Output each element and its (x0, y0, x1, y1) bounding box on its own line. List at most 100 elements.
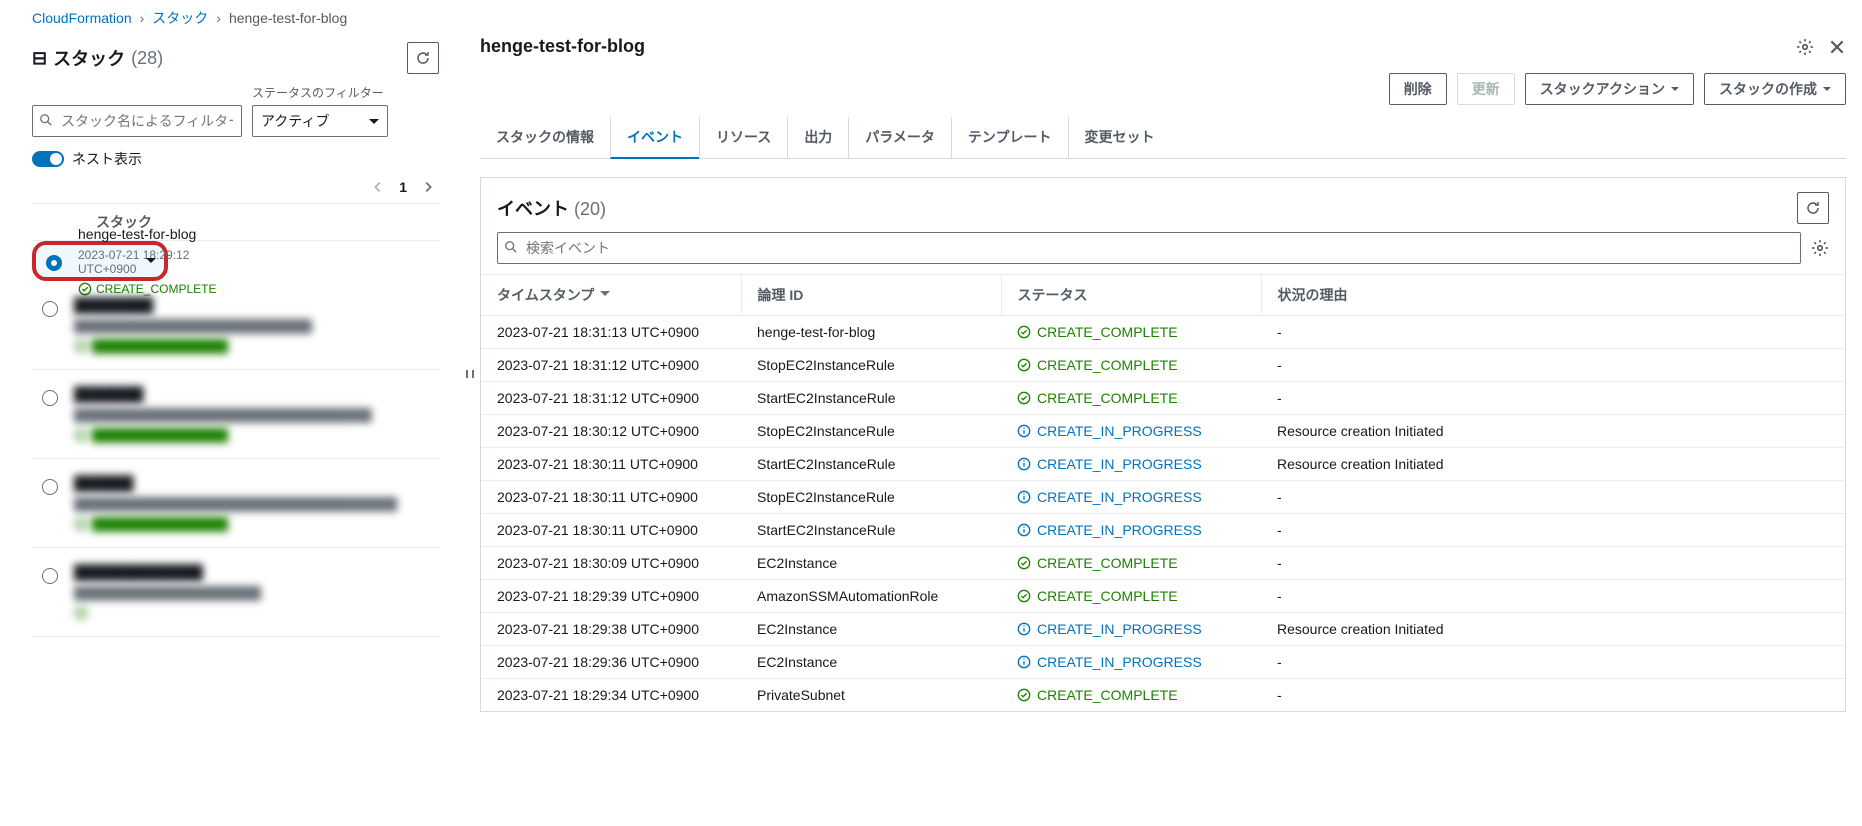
chevron-right-icon: › (140, 10, 145, 26)
close-icon[interactable] (1828, 38, 1846, 56)
search-icon (504, 240, 518, 254)
tab-4[interactable]: パラメータ (848, 117, 951, 158)
event-row: 2023-07-21 18:29:38 UTC+0900 EC2Instance… (481, 613, 1845, 646)
stack-search-input[interactable] (32, 105, 242, 137)
event-status: CREATE_COMPLETE (1001, 349, 1261, 382)
tab-2[interactable]: リソース (699, 117, 787, 158)
col-timestamp[interactable]: タイムスタンプ (481, 275, 741, 316)
gear-icon[interactable] (1796, 38, 1814, 56)
event-row: 2023-07-21 18:31:12 UTC+0900 StartEC2Ins… (481, 382, 1845, 415)
stack-radio[interactable] (42, 390, 58, 406)
gear-icon[interactable] (1811, 239, 1829, 257)
delete-button[interactable]: 削除 (1389, 73, 1447, 105)
stack-radio[interactable] (46, 255, 62, 271)
chevron-right-icon: › (216, 10, 221, 26)
caret-down-icon (1671, 87, 1679, 95)
stack-timestamp: ███████████████████████████████████ (74, 408, 429, 422)
event-timestamp: 2023-07-21 18:31:13 UTC+0900 (481, 316, 741, 349)
refresh-button[interactable] (407, 42, 439, 74)
event-reason: - (1261, 547, 1845, 580)
tab-0[interactable]: スタックの情報 (480, 117, 610, 158)
event-status: CREATE_COMPLETE (1001, 547, 1261, 580)
events-search-input[interactable] (497, 232, 1801, 264)
stack-row[interactable]: █████████████ ██████████████████████ (32, 548, 439, 637)
breadcrumb-root[interactable]: CloudFormation (32, 10, 132, 26)
event-reason: - (1261, 349, 1845, 382)
search-icon (39, 113, 53, 127)
event-logical-id: PrivateSubnet (741, 679, 1001, 712)
event-logical-id: EC2Instance (741, 646, 1001, 679)
event-reason: Resource creation Initiated (1261, 415, 1845, 448)
tab-6[interactable]: 変更セット (1068, 117, 1171, 158)
event-row: 2023-07-21 18:31:13 UTC+0900 henge-test-… (481, 316, 1845, 349)
stack-radio[interactable] (42, 568, 58, 584)
update-button: 更新 (1457, 73, 1515, 105)
stack-name: ██████ (74, 475, 429, 491)
event-reason: - (1261, 646, 1845, 679)
event-timestamp: 2023-07-21 18:30:11 UTC+0900 (481, 448, 741, 481)
event-reason: - (1261, 580, 1845, 613)
nested-toggle-label: ネスト表示 (72, 149, 142, 169)
stack-row[interactable]: ███████ ████████████████████████████████… (32, 370, 439, 459)
check-circle-icon (74, 339, 88, 353)
stack-radio[interactable] (42, 301, 58, 317)
page-next[interactable] (421, 180, 435, 194)
event-timestamp: 2023-07-21 18:29:38 UTC+0900 (481, 613, 741, 646)
tab-3[interactable]: 出力 (787, 117, 848, 158)
event-logical-id: EC2Instance (741, 547, 1001, 580)
stack-name: █████████████ (74, 564, 429, 580)
event-status: CREATE_IN_PROGRESS (1001, 415, 1261, 448)
stack-row[interactable]: henge-test-for-blog 2023-07-21 18:29:12 … (32, 241, 168, 281)
check-circle-icon (1017, 589, 1031, 603)
event-logical-id: henge-test-for-blog (741, 316, 1001, 349)
events-refresh-button[interactable] (1797, 192, 1829, 224)
status-filter-select[interactable]: アクティブ (252, 105, 388, 137)
event-timestamp: 2023-07-21 18:31:12 UTC+0900 (481, 382, 741, 415)
event-row: 2023-07-21 18:31:12 UTC+0900 StopEC2Inst… (481, 349, 1845, 382)
event-timestamp: 2023-07-21 18:30:11 UTC+0900 (481, 514, 741, 547)
event-reason: Resource creation Initiated (1261, 613, 1845, 646)
tab-5[interactable]: テンプレート (951, 117, 1068, 158)
stack-radio[interactable] (42, 479, 58, 495)
col-reason[interactable]: 状況の理由 (1261, 275, 1845, 316)
stack-name: ███████ (74, 386, 429, 402)
event-logical-id: StartEC2InstanceRule (741, 448, 1001, 481)
info-circle-icon (1017, 490, 1031, 504)
event-row: 2023-07-21 18:30:09 UTC+0900 EC2Instance… (481, 547, 1845, 580)
breadcrumb-current: henge-test-for-blog (229, 10, 347, 26)
event-timestamp: 2023-07-21 18:30:09 UTC+0900 (481, 547, 741, 580)
event-reason: - (1261, 481, 1845, 514)
stack-status: ████████████████ (74, 339, 429, 353)
event-logical-id: StartEC2InstanceRule (741, 514, 1001, 547)
stack-status: CREATE_COMPLETE (78, 282, 216, 296)
stack-row[interactable]: ██████ █████████████████████████████████… (32, 459, 439, 548)
create-stack-button[interactable]: スタックの作成 (1704, 73, 1846, 105)
event-row: 2023-07-21 18:29:39 UTC+0900 AmazonSSMAu… (481, 580, 1845, 613)
stack-timestamp: ██████████████████████ (74, 586, 429, 600)
event-logical-id: StartEC2InstanceRule (741, 382, 1001, 415)
event-logical-id: StopEC2InstanceRule (741, 349, 1001, 382)
tabs: スタックの情報イベントリソース出力パラメータテンプレート変更セット (480, 117, 1846, 159)
stack-name: henge-test-for-blog (78, 226, 216, 242)
page-number: 1 (399, 179, 407, 195)
event-status: CREATE_IN_PROGRESS (1001, 613, 1261, 646)
event-status: CREATE_COMPLETE (1001, 679, 1261, 712)
event-row: 2023-07-21 18:30:11 UTC+0900 StopEC2Inst… (481, 481, 1845, 514)
stack-name: ████████ (74, 297, 429, 313)
pane-drag-handle[interactable] (460, 36, 480, 712)
col-status[interactable]: ステータス (1001, 275, 1261, 316)
info-circle-icon (1017, 655, 1031, 669)
collapse-icon[interactable]: ⊟ (32, 48, 47, 69)
page-prev[interactable] (371, 180, 385, 194)
event-status: CREATE_IN_PROGRESS (1001, 481, 1261, 514)
stack-status (74, 606, 429, 620)
nested-toggle[interactable] (32, 151, 64, 167)
stack-actions-button[interactable]: スタックアクション (1525, 73, 1694, 105)
event-status: CREATE_IN_PROGRESS (1001, 646, 1261, 679)
stack-timestamp: 2023-07-21 18:29:12 UTC+0900 (78, 248, 216, 276)
col-logical-id[interactable]: 論理 ID (741, 275, 1001, 316)
events-heading: イベント (20) (497, 195, 606, 221)
breadcrumb-stacks[interactable]: スタック (152, 8, 208, 28)
event-timestamp: 2023-07-21 18:29:34 UTC+0900 (481, 679, 741, 712)
tab-1[interactable]: イベント (610, 117, 699, 159)
